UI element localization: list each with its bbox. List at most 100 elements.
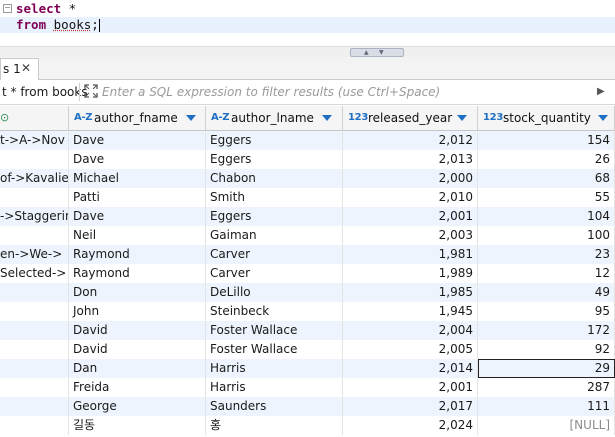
fold-toggle-icon[interactable]: − <box>3 4 12 13</box>
close-icon[interactable]: ✕ <box>21 61 31 75</box>
cell-released-year[interactable]: 2,010 <box>343 188 478 207</box>
sort-arrow-icon[interactable] <box>457 115 467 121</box>
cell-title[interactable] <box>0 378 69 397</box>
cell-released-year[interactable]: 2,001 <box>343 378 478 397</box>
column-header-author-lname[interactable]: A-Z author_lname <box>206 106 343 131</box>
cell-stock-quantity[interactable]: [NULL] <box>478 416 615 435</box>
cell-author-fname[interactable]: David <box>69 340 206 359</box>
table-row[interactable]: t->A->Nov Dave Eggers 2,012 154 <box>0 131 615 150</box>
cell-author-lname[interactable]: Gaiman <box>206 226 343 245</box>
table-row[interactable]: of->Kavalie Michael Chabon 2,000 68 <box>0 169 615 188</box>
cell-released-year[interactable]: 2,017 <box>343 397 478 416</box>
cell-title[interactable] <box>0 397 69 416</box>
cell-author-lname[interactable]: 홍 <box>206 416 343 435</box>
cell-title[interactable] <box>0 359 69 378</box>
cell-author-fname[interactable]: Dan <box>69 359 206 378</box>
cell-title[interactable] <box>0 150 69 169</box>
cell-author-lname[interactable]: Eggers <box>206 131 343 150</box>
cell-author-fname[interactable]: Raymond <box>69 245 206 264</box>
cell-stock-quantity[interactable]: 172 <box>478 321 615 340</box>
cell-released-year[interactable]: 2,013 <box>343 150 478 169</box>
table-row[interactable]: Dan Harris 2,014 29 <box>0 359 615 378</box>
cell-released-year[interactable]: 2,014 <box>343 359 478 378</box>
table-row[interactable]: Dave Eggers 2,013 26 <box>0 150 615 169</box>
filter-expression-input[interactable] <box>102 82 594 101</box>
expand-icon[interactable] <box>84 84 98 98</box>
cell-released-year[interactable]: 2,012 <box>343 131 478 150</box>
cell-title[interactable]: of->Kavalie <box>0 169 69 188</box>
cell-author-fname[interactable]: David <box>69 321 206 340</box>
cell-released-year[interactable]: 1,945 <box>343 302 478 321</box>
sql-editor[interactable]: − select * from books; <box>0 0 615 46</box>
cell-author-lname[interactable]: Carver <box>206 245 343 264</box>
cell-author-lname[interactable]: Eggers <box>206 150 343 169</box>
sort-arrow-icon[interactable] <box>322 115 332 121</box>
cell-stock-quantity[interactable]: 29 <box>478 359 615 378</box>
cell-author-fname[interactable]: Raymond <box>69 264 206 283</box>
cell-released-year[interactable]: 1,989 <box>343 264 478 283</box>
cell-author-fname[interactable]: Dave <box>69 207 206 226</box>
panel-splitter-handle[interactable]: ▲ ▼ <box>350 48 404 57</box>
cell-title[interactable]: Selected-> <box>0 264 69 283</box>
cell-author-lname[interactable]: Saunders <box>206 397 343 416</box>
cell-author-lname[interactable]: DeLillo <box>206 283 343 302</box>
cell-title[interactable] <box>0 188 69 207</box>
cell-title[interactable] <box>0 321 69 340</box>
cell-released-year[interactable]: 1,981 <box>343 245 478 264</box>
cell-released-year[interactable]: 2,024 <box>343 416 478 435</box>
cell-author-fname[interactable]: 길동 <box>69 416 206 435</box>
cell-stock-quantity[interactable]: 287 <box>478 378 615 397</box>
cell-title[interactable]: en->We-> <box>0 245 69 264</box>
cell-released-year[interactable]: 1,985 <box>343 283 478 302</box>
table-row[interactable]: 길동 홍 2,024 [NULL] <box>0 416 615 435</box>
table-row[interactable]: David Foster Wallace 2,004 172 <box>0 321 615 340</box>
cell-stock-quantity[interactable]: 154 <box>478 131 615 150</box>
chevron-right-icon[interactable]: ▶ <box>597 86 605 97</box>
cell-stock-quantity[interactable]: 55 <box>478 188 615 207</box>
cell-author-fname[interactable]: Freida <box>69 378 206 397</box>
cell-released-year[interactable]: 2,001 <box>343 207 478 226</box>
cell-title[interactable] <box>0 416 69 435</box>
cell-stock-quantity[interactable]: 49 <box>478 283 615 302</box>
cell-author-lname[interactable]: Chabon <box>206 169 343 188</box>
cell-author-fname[interactable]: Patti <box>69 188 206 207</box>
table-row[interactable]: Selected-> Raymond Carver 1,989 12 <box>0 264 615 283</box>
cell-released-year[interactable]: 2,003 <box>343 226 478 245</box>
table-row[interactable]: Neil Gaiman 2,003 100 <box>0 226 615 245</box>
cell-author-lname[interactable]: Steinbeck <box>206 302 343 321</box>
cell-author-fname[interactable]: George <box>69 397 206 416</box>
cell-author-lname[interactable]: Smith <box>206 188 343 207</box>
cell-title[interactable]: t->A->Nov <box>0 131 69 150</box>
cell-stock-quantity[interactable]: 12 <box>478 264 615 283</box>
table-row[interactable]: David Foster Wallace 2,005 92 <box>0 340 615 359</box>
cell-author-lname[interactable]: Harris <box>206 359 343 378</box>
column-header-author-fname[interactable]: A-Z author_fname <box>69 106 206 131</box>
cell-title[interactable]: ->Staggering <box>0 207 69 226</box>
cell-stock-quantity[interactable]: 104 <box>478 207 615 226</box>
cell-author-lname[interactable]: Carver <box>206 264 343 283</box>
table-row[interactable]: John Steinbeck 1,945 95 <box>0 302 615 321</box>
cell-title[interactable] <box>0 283 69 302</box>
cell-author-fname[interactable]: Dave <box>69 150 206 169</box>
cell-author-fname[interactable]: Dave <box>69 131 206 150</box>
cell-author-fname[interactable]: Neil <box>69 226 206 245</box>
cell-title[interactable] <box>0 340 69 359</box>
cell-released-year[interactable]: 2,000 <box>343 169 478 188</box>
column-header-stock-quantity[interactable]: 123 stock_quantity <box>478 106 615 131</box>
column-header-title[interactable]: ⊙ <box>0 106 69 131</box>
cell-stock-quantity[interactable]: 68 <box>478 169 615 188</box>
cell-author-lname[interactable]: Eggers <box>206 207 343 226</box>
table-row[interactable]: Don DeLillo 1,985 49 <box>0 283 615 302</box>
cell-author-fname[interactable]: John <box>69 302 206 321</box>
cell-stock-quantity[interactable]: 26 <box>478 150 615 169</box>
cell-stock-quantity[interactable]: 100 <box>478 226 615 245</box>
table-row[interactable]: en->We-> Raymond Carver 1,981 23 <box>0 245 615 264</box>
cell-title[interactable] <box>0 226 69 245</box>
cell-released-year[interactable]: 2,004 <box>343 321 478 340</box>
cell-stock-quantity[interactable]: 23 <box>478 245 615 264</box>
cell-author-fname[interactable]: Michael <box>69 169 206 188</box>
table-row[interactable]: George Saunders 2,017 111 <box>0 397 615 416</box>
cell-author-lname[interactable]: Foster Wallace <box>206 321 343 340</box>
cell-title[interactable] <box>0 302 69 321</box>
table-row[interactable]: Patti Smith 2,010 55 <box>0 188 615 207</box>
